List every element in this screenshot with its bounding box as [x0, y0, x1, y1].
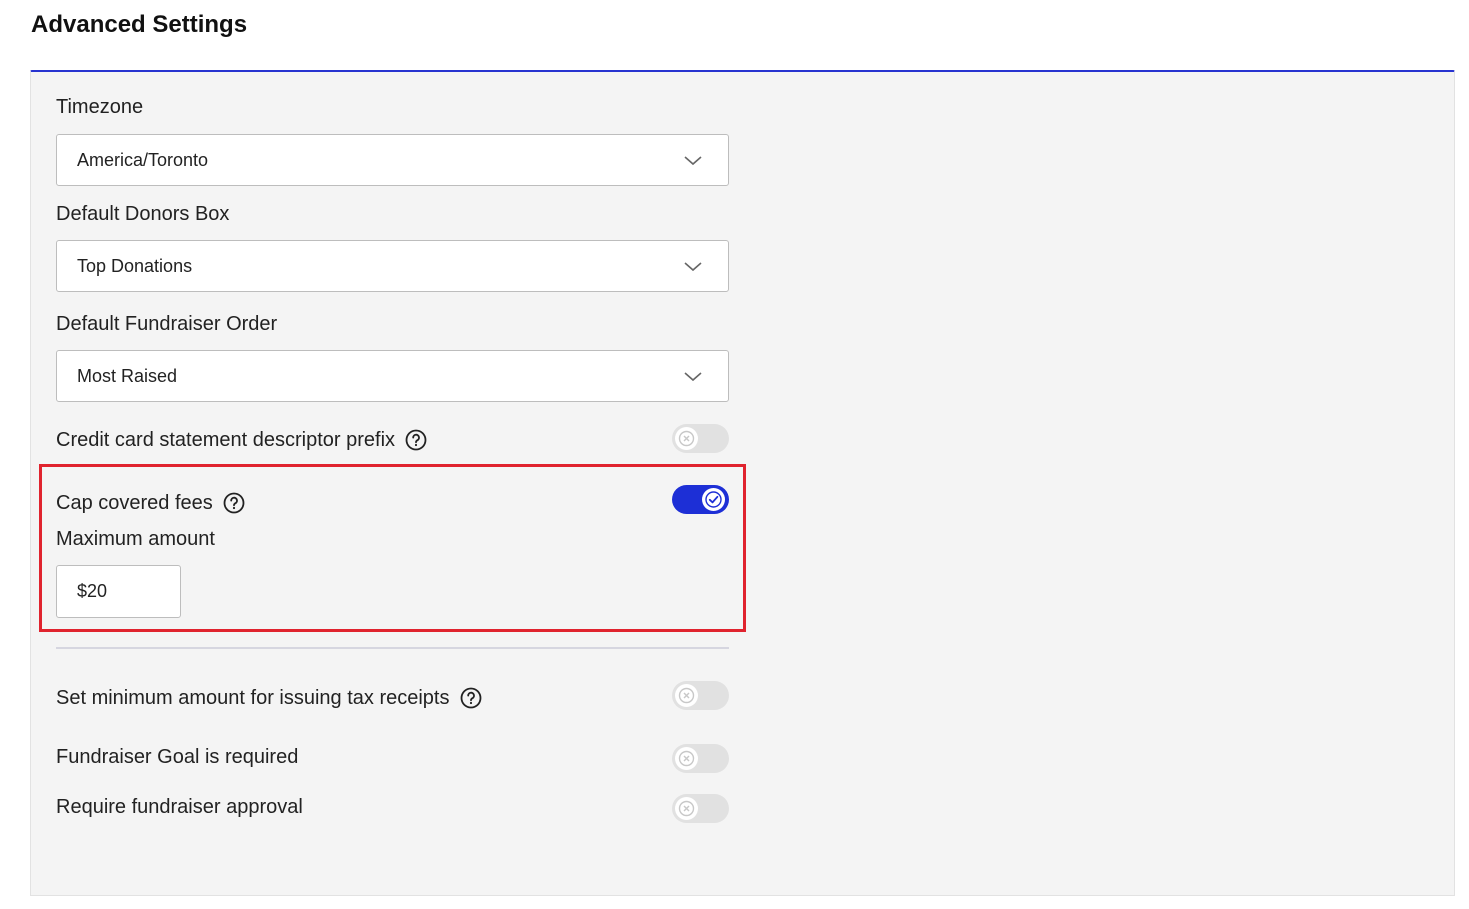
help-icon[interactable] — [460, 687, 482, 709]
fundraiser-order-select[interactable]: Most Raised — [56, 350, 729, 402]
donors-box-value: Top Donations — [77, 256, 193, 276]
chevron-down-icon — [684, 372, 702, 382]
max-amount-input[interactable] — [56, 565, 181, 618]
toggle-knob — [675, 797, 698, 820]
min-tax-receipt-label: Set minimum amount for issuing tax recei… — [56, 687, 450, 709]
x-icon — [678, 800, 695, 817]
chevron-down-icon — [684, 262, 702, 272]
goal-required-toggle[interactable] — [672, 744, 729, 773]
toggle-knob — [675, 684, 698, 707]
cap-fees-toggle[interactable] — [672, 485, 729, 514]
page-title: Advanced Settings — [31, 11, 248, 38]
x-icon — [678, 430, 695, 447]
check-icon — [705, 491, 722, 508]
max-amount-label: Maximum amount — [56, 528, 215, 550]
cap-fees-label: Cap covered fees — [56, 492, 213, 514]
descriptor-prefix-row: Credit card statement descriptor prefix — [56, 427, 427, 453]
min-tax-receipt-toggle[interactable] — [672, 681, 729, 710]
x-icon — [678, 687, 695, 704]
help-icon[interactable] — [405, 429, 427, 451]
toggle-knob — [675, 747, 698, 770]
timezone-select[interactable]: America/Toronto — [56, 134, 729, 186]
toggle-knob — [675, 427, 698, 450]
min-tax-receipt-row: Set minimum amount for issuing tax recei… — [56, 685, 482, 711]
x-icon — [678, 750, 695, 767]
descriptor-prefix-toggle[interactable] — [672, 424, 729, 453]
toggle-knob — [702, 488, 725, 511]
donors-box-select[interactable]: Top Donations — [56, 240, 729, 292]
donors-box-label: Default Donors Box — [56, 203, 230, 225]
goal-required-row: Fundraiser Goal is required — [56, 744, 298, 770]
chevron-down-icon — [684, 156, 702, 166]
require-approval-toggle[interactable] — [672, 794, 729, 823]
descriptor-prefix-label: Credit card statement descriptor prefix — [56, 429, 396, 451]
require-approval-label: Require fundraiser approval — [56, 796, 303, 818]
fundraiser-order-value: Most Raised — [77, 366, 178, 386]
fundraiser-order-label: Default Fundraiser Order — [56, 313, 278, 335]
divider — [56, 647, 729, 649]
help-icon[interactable] — [223, 492, 245, 514]
cap-fees-row: Cap covered fees — [56, 490, 245, 516]
timezone-value: America/Toronto — [77, 150, 209, 170]
goal-required-label: Fundraiser Goal is required — [56, 746, 299, 768]
timezone-label: Timezone — [56, 96, 144, 118]
require-approval-row: Require fundraiser approval — [56, 794, 303, 820]
